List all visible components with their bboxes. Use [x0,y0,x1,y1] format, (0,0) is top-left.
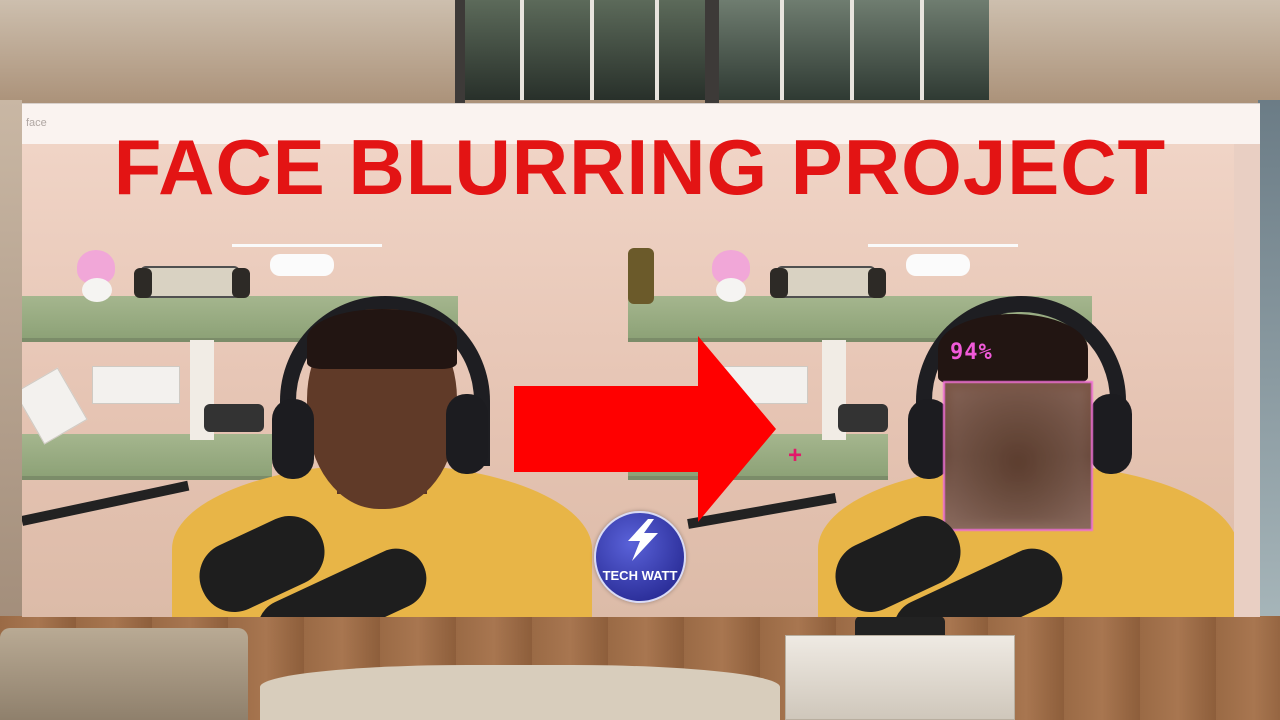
headphone-ear-cup [272,399,314,479]
white-toy [716,278,746,302]
headphone-ear-cup [1090,394,1132,474]
window-mullion [780,0,784,100]
headphone-ear-cup [446,394,488,474]
blurred-face-box [943,381,1093,531]
device [628,248,654,304]
drone-arm [868,244,1018,247]
window-mullion [850,0,854,100]
window-mullion [590,0,594,100]
window-left [465,0,705,100]
drone [906,254,970,276]
robot-car [776,266,876,298]
headline-title: FACE BLURRING PROJECT [113,123,1167,211]
window-mullion [520,0,524,100]
shelf [22,434,272,480]
rug [260,665,780,720]
confidence-label: 94% [950,340,993,365]
sofa [0,628,248,720]
robot-wheel [134,268,152,298]
robot-wheel [868,268,886,298]
right-arrow-icon [514,336,776,522]
device [204,404,264,432]
window-right [719,0,989,100]
window-mullion [920,0,924,100]
tech-watt-logo: TECH WATT [594,511,686,603]
ceiling-beam [705,0,719,110]
robot-wheel [232,268,250,298]
white-box [92,366,180,404]
crosshair-icon: + [788,442,803,469]
device [838,404,888,432]
drone-arm [232,244,382,247]
robot-car [140,266,240,298]
lightning-bolt-icon [628,519,658,561]
window-mullion [655,0,659,100]
pedestal [785,635,1015,720]
white-toy [82,278,112,302]
robot-wheel [770,268,788,298]
logo-text: TECH WATT [602,568,678,583]
ceiling-beam [455,0,465,110]
drone [270,254,334,276]
person-hair [307,309,457,369]
